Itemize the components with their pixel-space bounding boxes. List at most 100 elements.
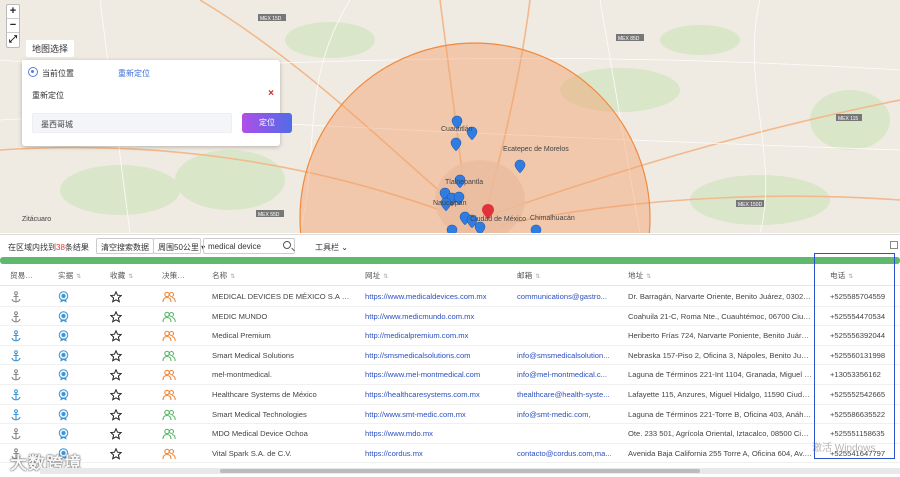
star-icon[interactable] xyxy=(110,290,123,303)
scrollbar-thumb[interactable] xyxy=(220,469,700,473)
decision-cell[interactable] xyxy=(162,444,192,463)
company-email[interactable]: info@mel-montmedical.c... xyxy=(517,365,617,384)
company-url[interactable]: https://healthcaresystems.com.mx xyxy=(365,385,505,404)
anchor-icon[interactable] xyxy=(10,310,22,323)
map-view[interactable]: Cuautitlán Ecatepec de Morelos Tlalnepan… xyxy=(0,0,900,233)
radius-select[interactable]: 周围50公里 ▾ xyxy=(153,238,205,254)
favorite-cell[interactable] xyxy=(110,287,140,306)
star-icon[interactable] xyxy=(110,329,123,342)
header-name[interactable]: 名称 ⇅ xyxy=(212,266,352,285)
favorite-cell[interactable] xyxy=(110,444,140,463)
favorite-cell[interactable] xyxy=(110,346,140,365)
trade-anchor-cell[interactable] xyxy=(10,326,40,345)
star-icon[interactable] xyxy=(110,427,123,440)
company-email[interactable]: communications@gastro... xyxy=(517,287,617,306)
header-verified[interactable]: 实据 ⇅ xyxy=(58,266,88,285)
trade-anchor-cell[interactable] xyxy=(10,385,40,404)
people-icon[interactable] xyxy=(162,350,176,362)
star-icon[interactable] xyxy=(110,349,123,362)
badge-icon[interactable] xyxy=(58,291,69,303)
star-icon[interactable] xyxy=(110,388,123,401)
table-row[interactable]: MDO Medical Device Ochoa https://www.mdo.… xyxy=(0,424,900,444)
people-icon[interactable] xyxy=(162,428,176,440)
horizontal-scrollbar[interactable] xyxy=(40,468,900,474)
clear-search-button[interactable]: 清空搜索数据 xyxy=(96,238,154,254)
map-select-tab[interactable]: 地图选择 xyxy=(26,40,75,57)
verified-cell[interactable] xyxy=(58,405,88,424)
badge-icon[interactable] xyxy=(58,349,69,362)
verified-cell[interactable] xyxy=(58,326,88,345)
table-row[interactable]: MEDIC MUNDO http://www.medicmundo.com.mx C… xyxy=(0,307,900,327)
favorite-cell[interactable] xyxy=(110,307,140,326)
favorite-cell[interactable] xyxy=(110,385,140,404)
trade-anchor-cell[interactable] xyxy=(10,365,40,384)
badge-icon[interactable] xyxy=(58,428,69,440)
favorite-cell[interactable] xyxy=(110,405,140,424)
table-row[interactable]: Healthcare Systems de México https://heal… xyxy=(0,385,900,405)
star-icon[interactable] xyxy=(110,368,123,382)
verified-cell[interactable] xyxy=(58,307,88,326)
trade-anchor-cell[interactable] xyxy=(10,307,40,326)
badge-icon[interactable] xyxy=(58,369,69,381)
header-address[interactable]: 地址 ⇅ xyxy=(628,266,812,285)
table-row[interactable]: MEDICAL DEVICES DE MÉXICO S.A DE ... http… xyxy=(0,287,900,307)
header-email[interactable]: 邮箱 ⇅ xyxy=(517,266,617,285)
company-url[interactable]: https://www.mel-montmedical.com xyxy=(365,365,505,384)
anchor-icon[interactable] xyxy=(10,389,22,401)
people-icon[interactable] xyxy=(162,291,176,303)
search-input[interactable]: medical device xyxy=(203,238,295,254)
header-trade[interactable]: 贸易情报...⇅ xyxy=(10,266,40,285)
company-url[interactable]: https://www.medicaldevices.com.mx xyxy=(365,287,505,306)
anchor-icon[interactable] xyxy=(10,291,22,303)
company-email[interactable] xyxy=(517,307,617,326)
company-email[interactable]: info@smt-medic.com, xyxy=(517,405,617,424)
verified-cell[interactable] xyxy=(58,346,88,365)
company-email[interactable] xyxy=(517,326,617,345)
header-favorite[interactable]: 收藏 ⇅ xyxy=(110,266,140,285)
header-decision[interactable]: 决策人⇅ xyxy=(162,266,192,285)
favorite-cell[interactable] xyxy=(110,326,140,345)
decision-cell[interactable] xyxy=(162,287,192,306)
people-icon[interactable] xyxy=(162,389,176,401)
search-icon[interactable] xyxy=(283,241,291,249)
company-url[interactable]: http://medicalpremium.com.mx xyxy=(365,326,505,345)
star-icon[interactable] xyxy=(110,408,123,421)
company-email[interactable]: info@smsmedicalsolution... xyxy=(517,346,617,365)
anchor-icon[interactable] xyxy=(10,369,22,381)
star-icon[interactable] xyxy=(110,310,123,323)
company-url[interactable]: http://www.smt-medic.com.mx xyxy=(365,405,505,424)
anchor-icon[interactable] xyxy=(10,428,22,440)
people-icon[interactable] xyxy=(162,311,176,323)
star-icon[interactable] xyxy=(110,447,123,460)
decision-cell[interactable] xyxy=(162,405,192,424)
company-email[interactable]: thealthcare@health-syste... xyxy=(517,385,617,404)
verified-cell[interactable] xyxy=(58,385,88,404)
verified-cell[interactable] xyxy=(58,287,88,306)
people-icon[interactable] xyxy=(162,369,176,381)
trade-anchor-cell[interactable] xyxy=(10,346,40,365)
trade-anchor-cell[interactable] xyxy=(10,405,40,424)
expand-icon[interactable] xyxy=(890,241,898,249)
verified-cell[interactable] xyxy=(58,365,88,384)
company-url[interactable]: http://smsmedicalsolutions.com xyxy=(365,346,505,365)
trade-anchor-cell[interactable] xyxy=(10,424,40,443)
company-url[interactable]: http://www.medicmundo.com.mx xyxy=(365,307,505,326)
relocate-link[interactable]: 重新定位 xyxy=(118,68,150,79)
company-url[interactable]: https://cordus.mx xyxy=(365,444,505,463)
company-email[interactable] xyxy=(517,424,617,443)
tools-dropdown[interactable]: 工具栏 ⌄ xyxy=(315,242,348,253)
badge-icon[interactable] xyxy=(58,389,69,401)
zoom-out-button[interactable]: − xyxy=(7,19,19,33)
people-icon[interactable] xyxy=(162,409,176,421)
anchor-icon[interactable] xyxy=(10,330,22,342)
zoom-in-button[interactable]: + xyxy=(7,5,19,19)
table-row[interactable]: mel-montmedical. https://www.mel-montmedi… xyxy=(0,365,900,385)
decision-cell[interactable] xyxy=(162,424,192,443)
badge-icon[interactable] xyxy=(58,330,69,342)
table-row[interactable]: Medical Premium http://medicalpremium.com… xyxy=(0,326,900,346)
verified-cell[interactable] xyxy=(58,424,88,443)
badge-icon[interactable] xyxy=(58,310,69,323)
location-input[interactable]: 墨西哥城 xyxy=(32,113,232,133)
company-url[interactable]: https://www.mdo.mx xyxy=(365,424,505,443)
favorite-cell[interactable] xyxy=(110,365,140,384)
